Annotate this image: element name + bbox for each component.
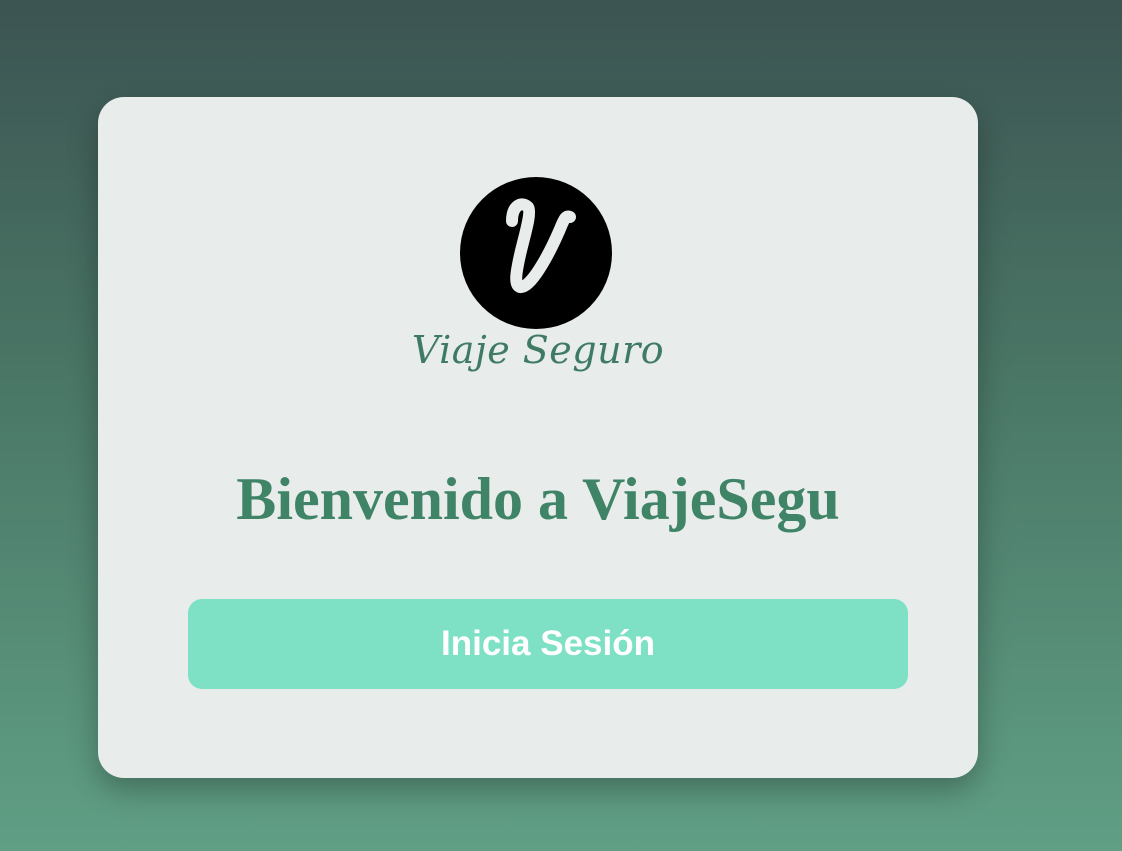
login-button[interactable]: Inicia Sesión — [188, 599, 908, 689]
logo-circle — [460, 177, 612, 329]
v-letter-logo-icon — [506, 198, 576, 293]
welcome-title: Bienvenido a ViajeSegu — [236, 466, 840, 532]
welcome-card: Viaje Seguro Bienvenido a ViajeSegu Inic… — [98, 97, 978, 778]
brand-logo: Viaje Seguro — [408, 177, 668, 397]
brand-name: Viaje Seguro — [411, 328, 665, 372]
